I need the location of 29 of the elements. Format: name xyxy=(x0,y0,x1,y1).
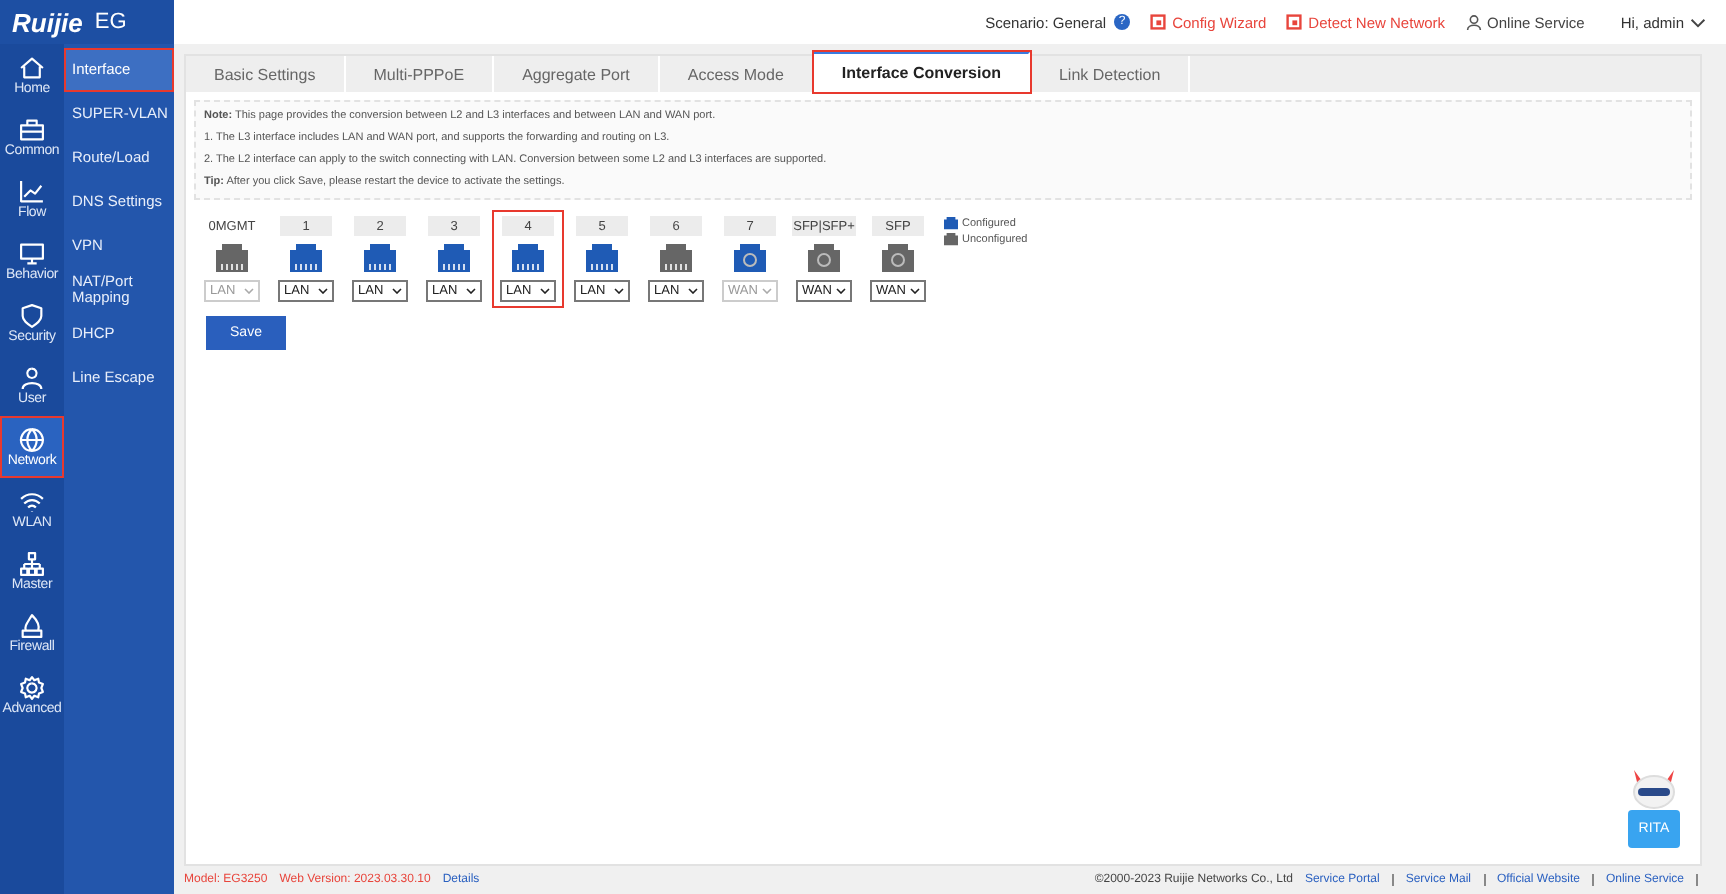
chevron-down-icon xyxy=(1690,17,1706,27)
chevron-down-icon xyxy=(614,288,624,294)
home-icon xyxy=(18,54,46,82)
briefcase-icon xyxy=(18,116,46,144)
tab[interactable]: Aggregate Port xyxy=(494,56,660,92)
person-icon xyxy=(1465,14,1482,30)
product-name: EG xyxy=(94,10,127,34)
settings-icon xyxy=(18,674,46,702)
tab[interactable]: Link Detection xyxy=(1030,56,1191,92)
line-chart-icon xyxy=(18,178,46,206)
shield-icon xyxy=(18,302,46,330)
chevron-down-icon xyxy=(540,288,550,294)
chevron-down-icon xyxy=(836,288,846,294)
chevron-down-icon xyxy=(392,288,402,294)
chevron-down-icon xyxy=(910,288,920,294)
user-icon xyxy=(18,364,46,392)
globe-icon xyxy=(18,426,46,454)
tab[interactable]: Multi-PPPoE xyxy=(345,56,495,92)
chevron-down-icon xyxy=(762,288,772,294)
chevron-down-icon xyxy=(318,288,328,294)
monitor-icon xyxy=(18,240,46,268)
chevron-down-icon xyxy=(688,288,698,294)
hierarchy-icon xyxy=(18,550,46,578)
tab[interactable]: Basic Settings xyxy=(186,56,346,92)
chevron-down-icon xyxy=(244,288,254,294)
tab[interactable]: Interface Conversion xyxy=(813,52,1031,92)
chevron-down-icon xyxy=(466,288,476,294)
wifi-icon xyxy=(18,488,46,516)
brand-logo: Ruijie xyxy=(12,7,83,37)
